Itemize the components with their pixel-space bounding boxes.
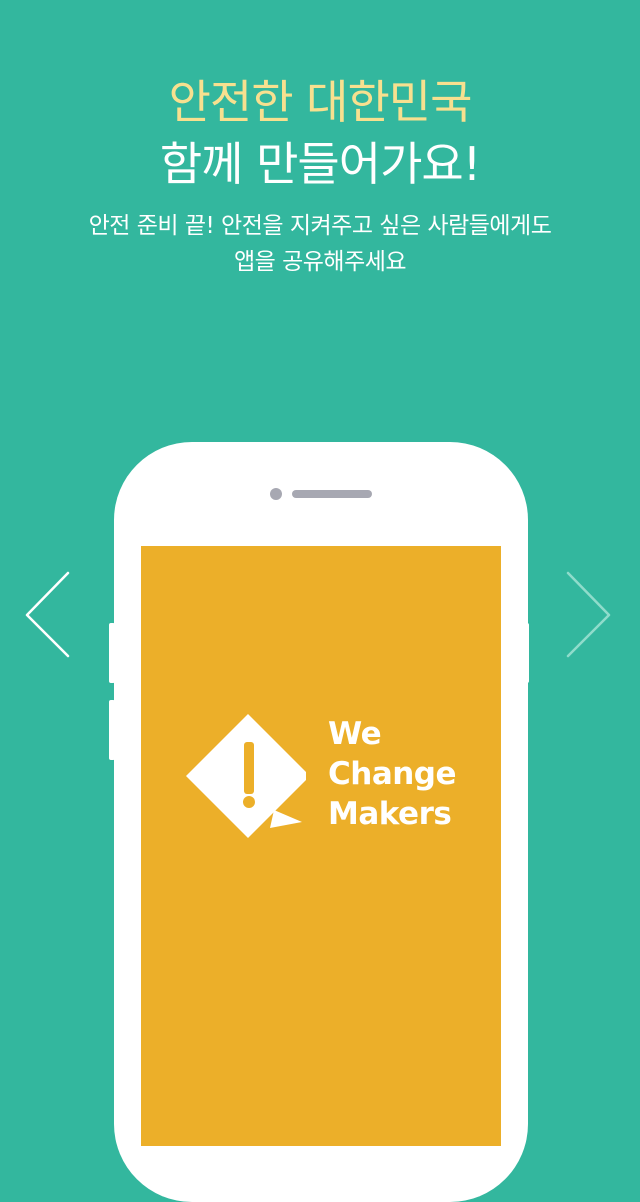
previous-page-button[interactable] xyxy=(22,570,70,660)
next-page-button[interactable] xyxy=(566,570,614,660)
phone-screen xyxy=(141,546,501,1146)
headline-line-2: 함께 만들어가요! xyxy=(159,137,481,191)
app-logo-text: We Change Makers xyxy=(328,714,457,834)
headline-line-1: 안전한 대한민국 xyxy=(168,75,473,129)
warning-speech-bubble-icon xyxy=(186,714,306,838)
phone-camera xyxy=(270,488,282,500)
subtitle-line-1: 안전 준비 끝! 안전을 지켜주고 싶은 사람들에게도 xyxy=(88,213,552,239)
logo-line-change: Change xyxy=(328,756,457,792)
subtitle-line-2: 앱을 공유해주세요 xyxy=(233,249,407,275)
logo-line-we: We xyxy=(328,716,382,752)
chevron-left-icon xyxy=(25,571,70,658)
logo-line-makers: Makers xyxy=(328,796,452,832)
phone-speaker xyxy=(292,490,372,498)
chevron-right-icon xyxy=(566,571,611,658)
